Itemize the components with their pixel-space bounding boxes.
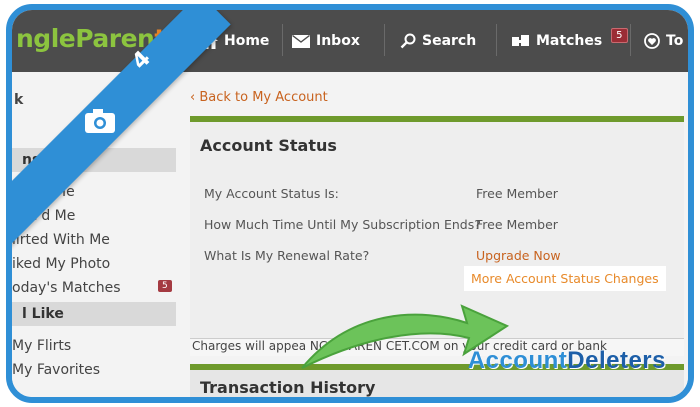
- envelope-icon: [292, 34, 310, 48]
- browser-frame: ngleParent Home Inbox Search: [6, 4, 694, 403]
- matches-icon: [512, 34, 530, 48]
- chevron-left-icon: ‹: [190, 90, 200, 105]
- watermark-b: Deleters: [567, 347, 666, 374]
- upgrade-now-link[interactable]: Upgrade Now: [476, 248, 561, 263]
- panel-accent-bar: [190, 116, 684, 122]
- sidebar-item-my-favorites[interactable]: My Favorites: [12, 362, 100, 378]
- logo-text: ngleParen: [16, 24, 155, 53]
- nav-home-label: Home: [224, 33, 270, 49]
- top-navigation: ngleParent Home Inbox Search: [12, 10, 688, 72]
- nav-divider: [496, 24, 497, 56]
- back-link-label: Back to My Account: [199, 90, 328, 105]
- nav-divider: [384, 24, 385, 56]
- sidebar-item-my-flirts[interactable]: My Flirts: [12, 338, 71, 354]
- status-row-value: Free Member: [476, 186, 558, 201]
- nav-matches-label: Matches: [536, 33, 603, 49]
- nav-to[interactable]: To: [644, 10, 683, 72]
- nav-divider: [630, 24, 631, 56]
- sidebar-item-flirted-with-me[interactable]: lirted With Me: [12, 232, 110, 248]
- watermark-a: Account: [467, 347, 568, 374]
- search-icon: [400, 33, 416, 49]
- nav-search-label: Search: [422, 33, 477, 49]
- matches-count-badge: 5: [611, 27, 628, 43]
- nav-inbox-label: Inbox: [316, 33, 360, 49]
- heart-icon: [644, 33, 660, 49]
- nav-to-label: To: [666, 33, 684, 49]
- sidebar-section-head: l Like: [12, 302, 176, 326]
- todays-matches-badge: 5: [158, 280, 172, 292]
- sidebar-item-todays-matches[interactable]: oday's Matches: [12, 280, 121, 296]
- nav-inbox[interactable]: Inbox: [292, 10, 360, 72]
- nav-search[interactable]: Search: [400, 10, 476, 72]
- transaction-history-title: Transaction History: [200, 378, 376, 397]
- sidebar-fragment: k: [14, 92, 24, 108]
- status-row-label: What Is My Renewal Rate?: [204, 248, 370, 263]
- nav-divider: [282, 24, 283, 56]
- status-row-label: How Much Time Until My Subscription Ends…: [204, 217, 481, 232]
- status-row-value: Free Member: [476, 217, 558, 232]
- watermark: AccountDeleters: [468, 347, 666, 375]
- back-to-account-link[interactable]: ‹ Back to My Account: [190, 90, 328, 105]
- nav-matches[interactable]: Matches 5: [512, 10, 628, 72]
- sidebar-item-liked-my-photo[interactable]: iked My Photo: [12, 256, 110, 272]
- account-status-title: Account Status: [200, 136, 337, 155]
- status-row-label: My Account Status Is:: [204, 186, 339, 201]
- camera-icon: [84, 109, 115, 133]
